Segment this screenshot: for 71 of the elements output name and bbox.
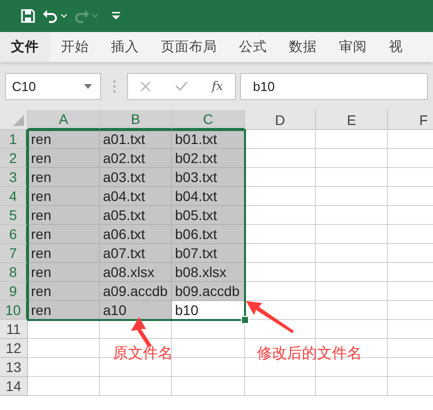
- name-box[interactable]: C10: [5, 72, 101, 100]
- table-cell: ren: [28, 149, 100, 168]
- ribbon-tab[interactable]: 公式: [228, 32, 278, 62]
- column-header[interactable]: E: [316, 110, 388, 130]
- row-header[interactable]: 11: [0, 320, 28, 339]
- table-cell: b07.txt: [172, 244, 245, 263]
- fill-handle[interactable]: [241, 316, 249, 324]
- row-header[interactable]: 10: [0, 301, 28, 320]
- table-cell: ren: [28, 206, 100, 225]
- ribbon-tab[interactable]: 开始: [50, 32, 100, 62]
- table-cell: b09.accdb: [172, 282, 245, 301]
- undo-button[interactable]: [42, 8, 67, 24]
- arrow: [131, 317, 152, 347]
- arrow: [246, 301, 294, 333]
- row-header[interactable]: 5: [0, 206, 28, 225]
- annotation-text: 修改后的文件名: [257, 344, 362, 363]
- table-cell: b03.txt: [172, 168, 245, 187]
- table-cell: a03.txt: [100, 168, 172, 187]
- ribbon-tab[interactable]: 数据: [278, 32, 328, 62]
- row-header[interactable]: 7: [0, 244, 28, 263]
- table-cell: ren: [28, 225, 100, 244]
- ribbon-tab[interactable]: 插入: [100, 32, 150, 62]
- ribbon-tab[interactable]: 视: [378, 32, 414, 62]
- row-header[interactable]: 4: [0, 187, 28, 206]
- formula-input[interactable]: b10: [240, 72, 428, 100]
- table-cell: ren: [28, 301, 100, 320]
- row-header[interactable]: 9: [0, 282, 28, 301]
- table-cell: a04.txt: [100, 187, 172, 206]
- column-header[interactable]: A: [28, 110, 100, 130]
- ribbon-tab[interactable]: 页面布局: [150, 32, 228, 62]
- table-cell: a06.txt: [100, 225, 172, 244]
- row-header[interactable]: 1: [0, 130, 28, 149]
- dropdown-caret-icon: [84, 84, 92, 88]
- save-icon[interactable]: [20, 8, 36, 24]
- table-cell: a10: [100, 301, 172, 320]
- row-header[interactable]: 8: [0, 263, 28, 282]
- table-cell: b04.txt: [172, 187, 245, 206]
- table-cell: b06.txt: [172, 225, 245, 244]
- column-header[interactable]: D: [245, 110, 316, 130]
- column-header[interactable]: F: [388, 110, 433, 130]
- table-cell: b05.txt: [172, 206, 245, 225]
- row-header[interactable]: 3: [0, 168, 28, 187]
- row-header[interactable]: 13: [0, 358, 28, 377]
- table-cell: ren: [28, 282, 100, 301]
- table-cell: b02.txt: [172, 149, 245, 168]
- table-cell: a07.txt: [100, 244, 172, 263]
- table-cell: a05.txt: [100, 206, 172, 225]
- customize-dropdown-icon[interactable]: [112, 12, 120, 20]
- table-cell: a01.txt: [100, 130, 172, 149]
- table-cell: a02.txt: [100, 149, 172, 168]
- table-cell: a08.xlsx: [100, 263, 172, 282]
- table-cell: ren: [28, 244, 100, 263]
- table-cell: b08.xlsx: [172, 263, 245, 282]
- row-header[interactable]: 12: [0, 339, 28, 358]
- table-cell: ren: [28, 187, 100, 206]
- row-header[interactable]: 6: [0, 225, 28, 244]
- column-header[interactable]: C: [172, 110, 245, 130]
- row-header[interactable]: 14: [0, 377, 28, 396]
- check-icon[interactable]: [174, 81, 188, 91]
- ribbon-tab[interactable]: 审阅: [328, 32, 378, 62]
- grip-dots-icon: [112, 80, 116, 92]
- table-cell: b01.txt: [172, 130, 245, 149]
- ribbon-tab[interactable]: 文件: [0, 32, 50, 62]
- column-header[interactable]: B: [100, 110, 172, 130]
- annotation-text: 原文件名: [113, 344, 173, 363]
- table-cell: ren: [28, 168, 100, 187]
- insert-function-button[interactable]: fx: [212, 79, 224, 93]
- table-cell: ren: [28, 263, 100, 282]
- table-cell: a09.accdb: [100, 282, 172, 301]
- table-cell: ren: [28, 130, 100, 149]
- row-header[interactable]: 2: [0, 149, 28, 168]
